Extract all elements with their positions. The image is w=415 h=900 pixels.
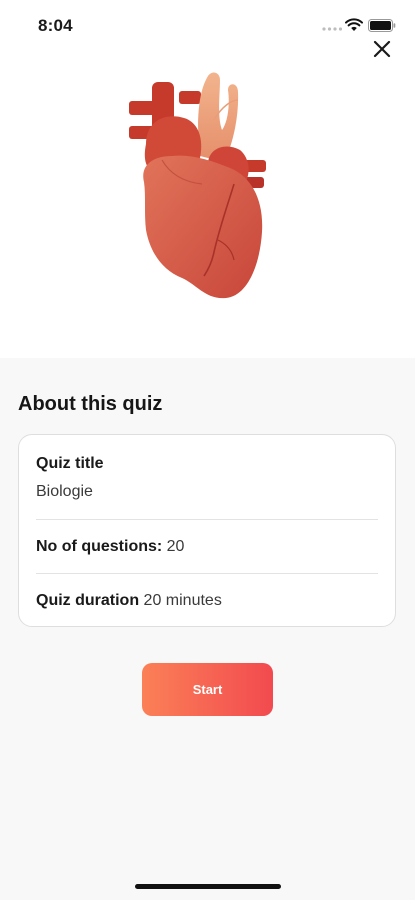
battery-icon xyxy=(368,19,396,32)
question-count-row: No of questions: 20 xyxy=(36,536,378,558)
home-indicator xyxy=(135,884,281,889)
close-button[interactable] xyxy=(370,37,394,61)
duration-value: 20 minutes xyxy=(143,592,222,609)
section-title: About this quiz xyxy=(18,393,163,415)
hero-area: 8:04 xyxy=(0,0,415,358)
heart-illustration xyxy=(129,72,266,299)
quiz-title-row: Quiz title Biologie xyxy=(36,453,378,503)
quiz-info-card: Quiz title Biologie No of questions: 20 … xyxy=(18,434,396,627)
duration-row: Quiz duration 20 minutes xyxy=(36,590,378,612)
divider xyxy=(36,519,378,520)
start-button[interactable]: Start xyxy=(142,663,273,716)
divider xyxy=(36,573,378,574)
signal-icon xyxy=(322,27,342,31)
status-bar: 8:04 xyxy=(0,0,415,50)
quiz-title-label: Quiz title xyxy=(36,455,104,472)
duration-label: Quiz duration xyxy=(36,592,144,609)
question-count-value: 20 xyxy=(166,538,185,555)
question-count-label: No of questions: xyxy=(36,538,167,555)
status-time: 8:04 xyxy=(38,16,73,35)
wifi-icon xyxy=(345,18,363,31)
quiz-title-value: Biologie xyxy=(36,483,93,500)
close-icon xyxy=(373,40,391,58)
